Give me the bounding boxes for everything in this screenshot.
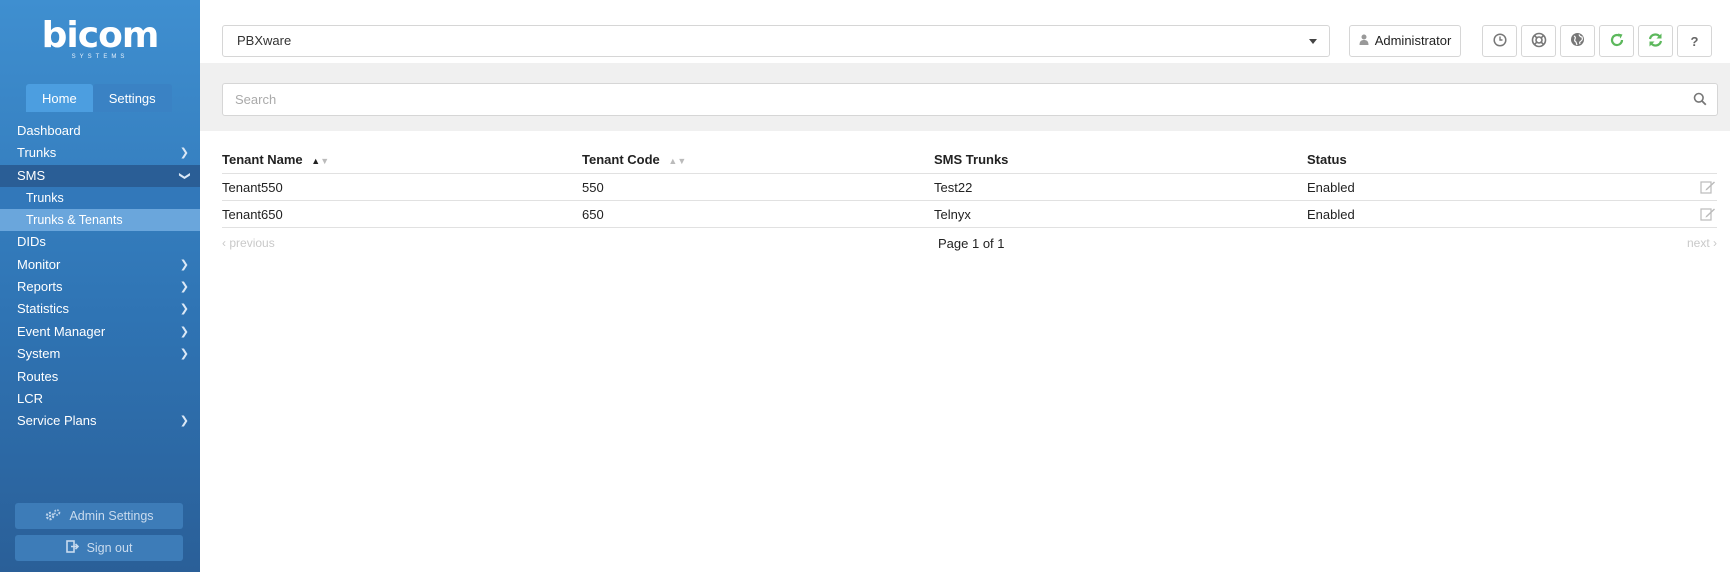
search-icon[interactable] — [1693, 92, 1707, 109]
sidebar-item-label: SMS — [17, 167, 46, 183]
server-select-value: PBXware — [237, 33, 292, 48]
cell-tenant-code: 650 — [582, 207, 604, 222]
sidebar-item-label: Event Manager — [17, 323, 106, 339]
admin-settings-button[interactable]: Admin Settings — [15, 503, 183, 529]
sidebar-item-service-plans[interactable]: Service Plans ❯ — [0, 410, 200, 432]
caret-down-icon — [1309, 39, 1317, 44]
sidebar-item-reports[interactable]: Reports ❯ — [0, 276, 200, 298]
sidebar-item-lcr[interactable]: LCR — [0, 388, 200, 410]
search-area — [200, 63, 1730, 131]
sidebar-item-event-manager[interactable]: Event Manager ❯ — [0, 321, 200, 343]
sidebar-subitem-trunks-tenants[interactable]: Trunks & Tenants — [0, 209, 200, 232]
tab-home[interactable]: Home — [26, 84, 93, 112]
sidebar-item-trunks[interactable]: Trunks ❯ — [0, 142, 200, 164]
column-header-tenant-code[interactable]: Tenant Code ▲▼ — [582, 148, 686, 175]
page-info: Page 1 of 1 — [938, 236, 1005, 251]
chevron-right-icon: ❯ — [179, 415, 189, 428]
table-header: Tenant Name ▲▼ Tenant Code ▲▼ SMS Trunks… — [222, 148, 1717, 174]
user-icon — [1359, 26, 1369, 56]
sync-button[interactable] — [1638, 25, 1673, 57]
column-header-tenant-name[interactable]: Tenant Name ▲▼ — [222, 148, 329, 175]
sort-icon[interactable]: ▲▼ — [668, 149, 686, 173]
language-button[interactable] — [1560, 25, 1595, 57]
chevron-right-icon: ❯ — [179, 303, 189, 316]
sidebar-item-routes[interactable]: Routes — [0, 366, 200, 388]
chevron-right-icon: ❯ — [179, 258, 189, 271]
sync-icon — [1647, 32, 1664, 51]
chevron-down-icon: ❯ — [178, 171, 191, 181]
sidebar-item-label: Trunks — [26, 191, 64, 206]
sidebar: bicom SYSTEMS Home Settings Dashboard Tr… — [0, 0, 200, 572]
reload-button[interactable] — [1599, 25, 1634, 57]
support-button[interactable] — [1521, 25, 1556, 57]
support-icon — [1531, 32, 1547, 51]
globe-icon — [1570, 32, 1585, 50]
clock-icon — [1492, 32, 1507, 50]
admin-settings-label: Admin Settings — [69, 509, 154, 523]
top-bar: PBXware Administrator ? — [200, 0, 1730, 63]
sidebar-item-label: Statistics — [17, 301, 70, 317]
user-label: Administrator — [1374, 33, 1452, 48]
sidebar-item-label: Reports — [17, 278, 63, 294]
sign-out-button[interactable]: Sign out — [15, 535, 183, 561]
bicom-logo[interactable]: bicom SYSTEMS — [0, 15, 200, 61]
chevron-right-icon: › — [1713, 236, 1717, 250]
cell-status: Enabled — [1307, 180, 1355, 195]
sidebar-item-statistics[interactable]: Statistics ❯ — [0, 298, 200, 320]
sidebar-item-label: System — [17, 346, 61, 362]
cell-tenant-name: Tenant650 — [222, 207, 283, 222]
sidebar-item-monitor[interactable]: Monitor ❯ — [0, 254, 200, 276]
tenants-table: Tenant Name ▲▼ Tenant Code ▲▼ SMS Trunks… — [222, 148, 1717, 258]
search-input[interactable] — [223, 84, 1663, 115]
search-box — [222, 83, 1718, 116]
sign-out-icon — [65, 540, 80, 556]
edit-icon[interactable] — [1700, 207, 1716, 224]
sidebar-item-label: Trunks — [17, 145, 57, 161]
sidebar-item-dids[interactable]: DIDs — [0, 231, 200, 253]
sidebar-item-label: Trunks & Tenants — [26, 213, 123, 228]
sign-out-label: Sign out — [86, 541, 133, 555]
sidebar-nav: Dashboard Trunks ❯ SMS ❯ Trunks Trunks & T… — [0, 120, 200, 433]
cell-sms-trunks: Telnyx — [934, 207, 971, 222]
table-row: Tenant650 650 Telnyx Enabled — [222, 201, 1717, 228]
column-header-status: Status — [1307, 152, 1347, 167]
sidebar-item-label: Dashboard — [17, 123, 81, 138]
sidebar-item-label: Monitor — [17, 256, 61, 272]
chevron-left-icon: ‹ — [222, 236, 226, 250]
chevron-right-icon: ❯ — [179, 325, 189, 338]
pagination: ‹ previous Page 1 of 1 next › — [222, 228, 1717, 258]
edit-icon[interactable] — [1700, 180, 1716, 197]
table-row: Tenant550 550 Test22 Enabled — [222, 174, 1717, 201]
logo-subtext: SYSTEMS — [71, 54, 129, 60]
tab-settings[interactable]: Settings — [92, 84, 172, 112]
sidebar-item-sms[interactable]: SMS ❯ — [0, 164, 200, 188]
previous-page-link[interactable]: ‹ previous — [222, 236, 275, 250]
chevron-right-icon: ❯ — [179, 280, 189, 293]
clock-button[interactable] — [1482, 25, 1517, 57]
sort-icon[interactable]: ▲▼ — [311, 149, 329, 173]
cell-sms-trunks: Test22 — [934, 180, 973, 195]
sidebar-item-label: LCR — [17, 390, 44, 406]
cell-tenant-name: Tenant550 — [222, 180, 283, 195]
sidebar-item-label: Routes — [17, 368, 59, 384]
gears-icon — [44, 508, 62, 525]
next-page-link[interactable]: next › — [1687, 236, 1717, 250]
sidebar-tabs: Home Settings — [26, 84, 172, 112]
sidebar-subitem-sms-trunks[interactable]: Trunks — [0, 187, 200, 210]
chevron-right-icon: ❯ — [179, 348, 189, 361]
logo-text: bicom — [41, 15, 160, 56]
cell-status: Enabled — [1307, 207, 1355, 222]
server-select[interactable]: PBXware — [222, 25, 1330, 57]
sidebar-item-dashboard[interactable]: Dashboard — [0, 120, 200, 142]
help-icon: ? — [1690, 33, 1699, 49]
user-menu-button[interactable]: Administrator — [1349, 25, 1461, 57]
sidebar-item-label: Service Plans — [17, 413, 97, 429]
reload-icon — [1609, 32, 1625, 51]
sidebar-item-system[interactable]: System ❯ — [0, 343, 200, 365]
cell-tenant-code: 550 — [582, 180, 604, 195]
column-header-sms-trunks: SMS Trunks — [934, 152, 1009, 167]
sidebar-item-label: DIDs — [17, 234, 46, 250]
chevron-right-icon: ❯ — [179, 147, 189, 160]
help-button[interactable]: ? — [1677, 25, 1712, 57]
